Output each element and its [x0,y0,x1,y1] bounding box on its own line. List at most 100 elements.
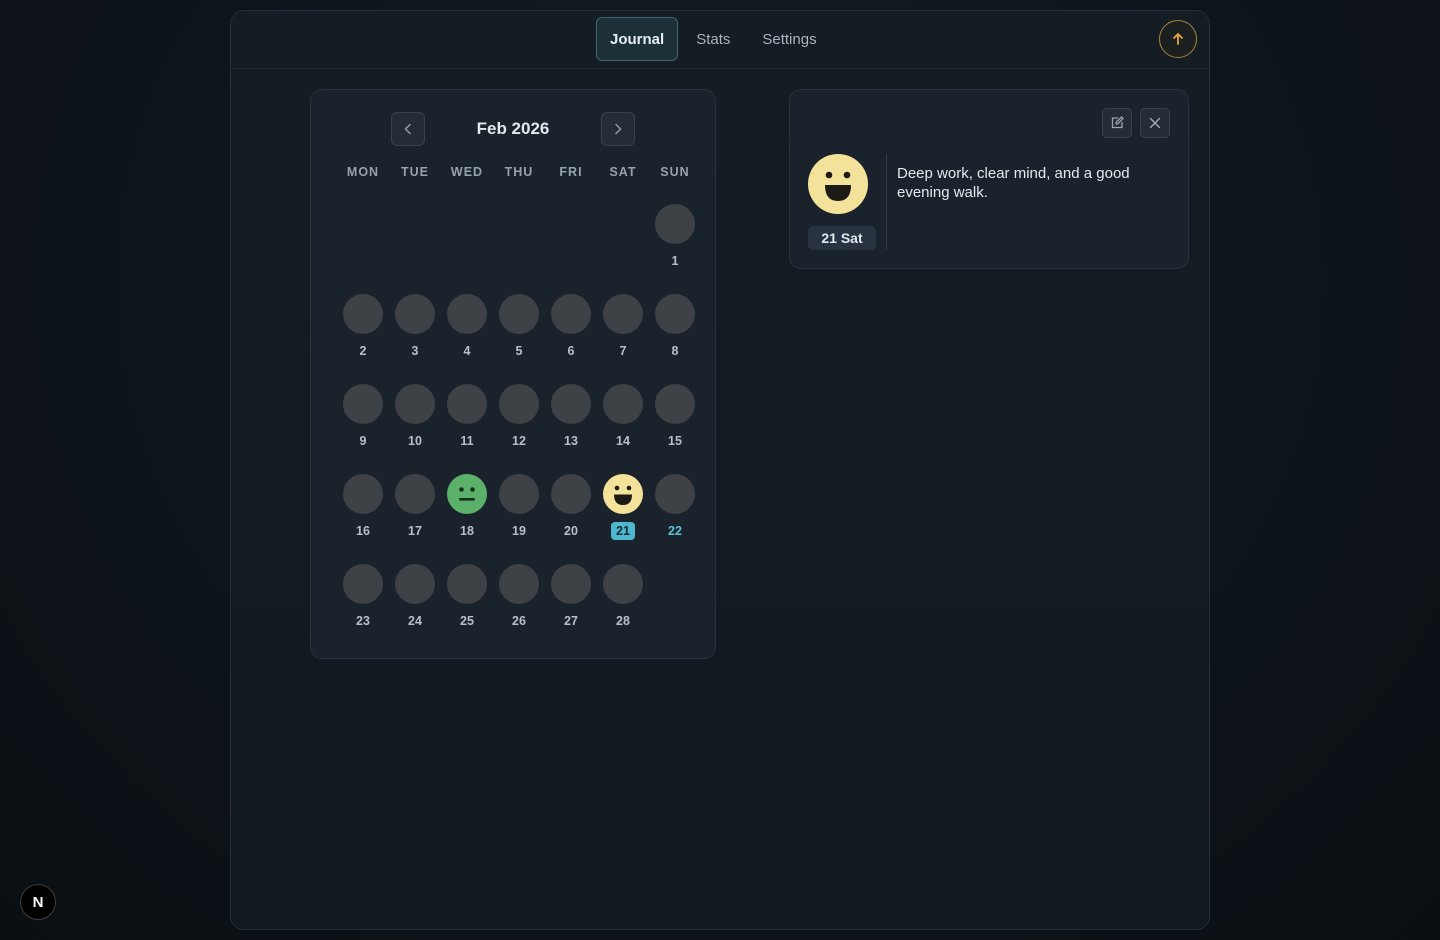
day-number: 23 [356,614,370,628]
day-number: 10 [408,434,422,448]
tab-settings[interactable]: Settings [748,17,830,61]
day-number: 6 [567,344,575,358]
neutral-face-icon [447,474,487,514]
arrow-up-icon [1173,33,1183,45]
month-label: Feb 2026 [476,119,550,138]
day-number: 22 [668,524,682,538]
day-number: 28 [616,614,630,628]
app-window: Journal Stats Settings Feb 2026 MON TUE … [230,10,1210,930]
close-button[interactable] [1140,108,1170,138]
mood-dot [447,294,487,334]
entry-date: 21 Sat [808,226,876,250]
happy-face-icon [603,474,643,514]
mood-dot [655,204,695,244]
day-cell-8[interactable]: 8 [649,294,701,364]
day-cell-21[interactable]: 21 [597,474,649,544]
mood-dot [551,474,591,514]
day-number: 14 [616,434,630,448]
weekday-label: TUE [401,165,429,179]
day-number: 27 [564,614,578,628]
day-cell-26[interactable]: 26 [493,564,545,634]
day-number: 4 [463,344,471,358]
day-cell-1[interactable]: 1 [649,204,701,274]
mood-dot [395,384,435,424]
day-cell-17[interactable]: 17 [389,474,441,544]
mood-dot [343,384,383,424]
day-cell-9[interactable]: 9 [337,384,389,454]
day-cell-2[interactable]: 2 [337,294,389,364]
day-cell-14[interactable]: 14 [597,384,649,454]
day-number: 15 [668,434,682,448]
mood-dot [551,564,591,604]
mood-dot [551,294,591,334]
day-cell-7[interactable]: 7 [597,294,649,364]
mood-dot [395,474,435,514]
day-number: 16 [356,524,370,538]
day-cell-11[interactable]: 11 [441,384,493,454]
day-cell-6[interactable]: 6 [545,294,597,364]
calendar-header: Feb 2026 [311,112,715,146]
dev-badge[interactable]: N [20,884,56,920]
day-cell-4[interactable]: 4 [441,294,493,364]
day-number: 24 [408,614,422,628]
chevron-right-icon [615,123,622,135]
day-number: 5 [515,344,523,358]
day-cell-19[interactable]: 19 [493,474,545,544]
day-cell-3[interactable]: 3 [389,294,441,364]
day-cell-20[interactable]: 20 [545,474,597,544]
day-number: 9 [359,434,367,448]
day-cell-25[interactable]: 25 [441,564,493,634]
day-cell-5[interactable]: 5 [493,294,545,364]
day-cell-23[interactable]: 23 [337,564,389,634]
mood-dot [499,384,539,424]
mood-dot [343,474,383,514]
day-cell-18[interactable]: 18 [441,474,493,544]
divider [886,154,887,250]
day-cell-16[interactable]: 16 [337,474,389,544]
day-cell-28[interactable]: 28 [597,564,649,634]
day-number: 12 [512,434,526,448]
day-cell-22[interactable]: 22 [649,474,701,544]
day-number: 19 [512,524,526,538]
happy-face-icon [808,154,868,214]
day-number: 25 [460,614,474,628]
day-cell-24[interactable]: 24 [389,564,441,634]
weekday-label: MON [346,165,380,179]
day-number: 3 [411,344,419,358]
day-cell-27[interactable]: 27 [545,564,597,634]
mood-dot [499,294,539,334]
day-number: 20 [564,524,578,538]
day-cell-15[interactable]: 15 [649,384,701,454]
day-cell-13[interactable]: 13 [545,384,597,454]
mood-dot [499,564,539,604]
day-number: 1 [671,254,679,268]
day-number: 11 [460,434,474,448]
weekday-label: THU [504,165,534,179]
day-number: 2 [359,344,367,358]
calendar-card: Feb 2026 MON TUE WED THU FRI SAT SUN 123456789… [310,89,716,659]
tab-journal[interactable]: Journal [596,17,679,61]
mood-dot [655,474,695,514]
mood-dot [395,564,435,604]
mood-dot [395,294,435,334]
edit-button[interactable] [1102,108,1132,138]
weekday-label: FRI [559,165,583,179]
tab-stats[interactable]: Stats [682,17,744,61]
mood-dot [655,384,695,424]
day-cell-10[interactable]: 10 [389,384,441,454]
top-nav: Journal Stats Settings [231,11,1209,69]
mood-dot [499,474,539,514]
mood-dot [655,294,695,334]
mood-dot [343,564,383,604]
mood-dot [603,384,643,424]
weekday-label: WED [450,165,484,179]
weekday-label: SUN [660,165,690,179]
day-cell-12[interactable]: 12 [493,384,545,454]
day-number: 26 [512,614,526,628]
entry-note: Deep work, clear mind, and a good evenin… [897,165,1130,201]
next-month-button[interactable] [601,112,635,146]
entry-card: 21 Sat Deep work, clear mind, and a good… [789,89,1189,269]
day-number: 7 [619,344,627,358]
scroll-top-button[interactable] [1159,20,1197,58]
mood-dot [603,294,643,334]
